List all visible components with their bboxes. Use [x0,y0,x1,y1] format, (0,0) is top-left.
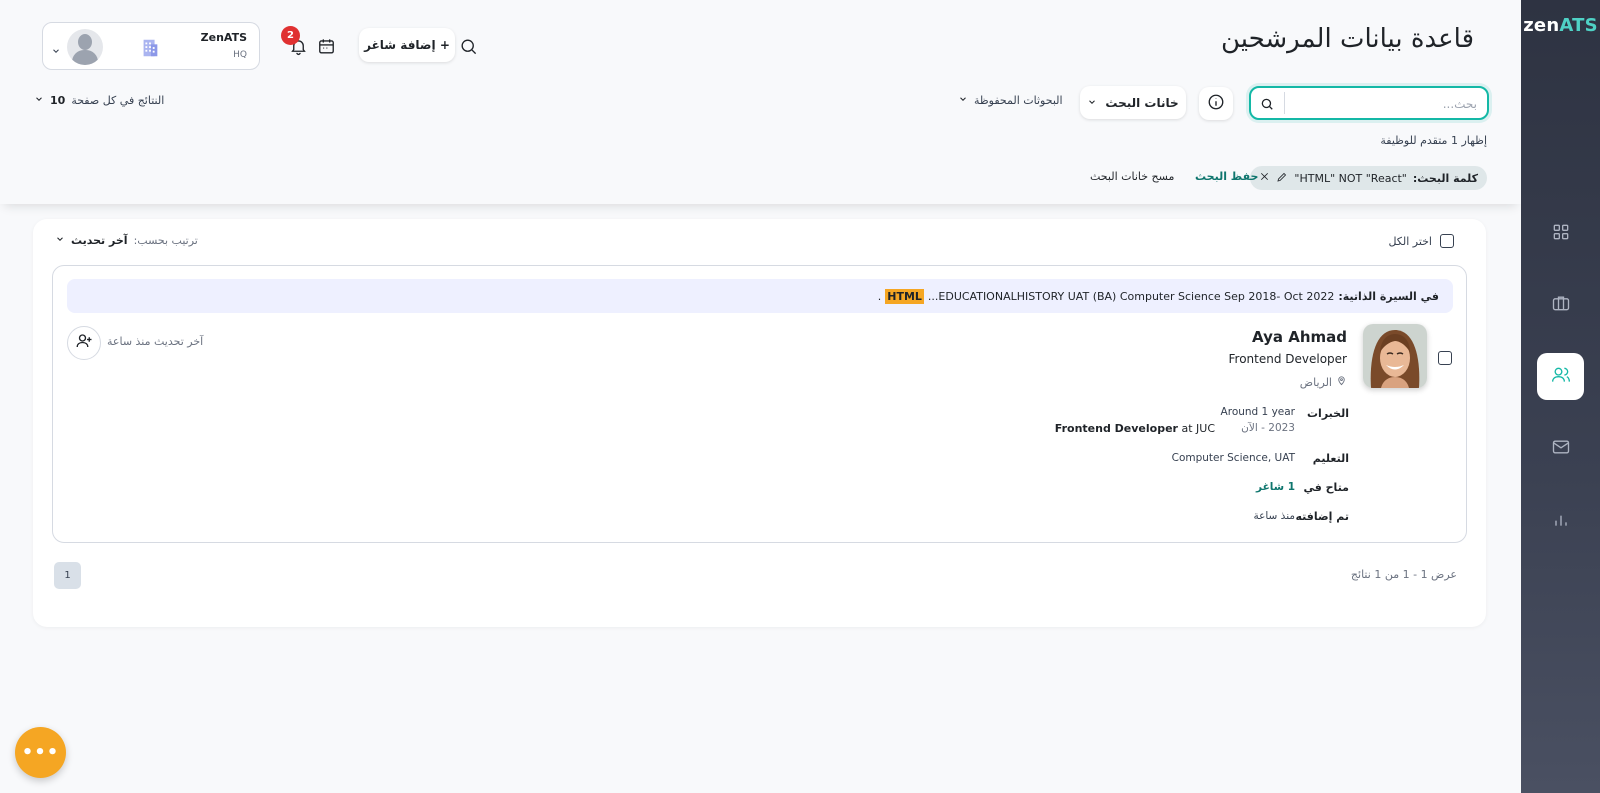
user-plus-icon [75,332,93,354]
org-branch: HQ [233,50,247,60]
search-box [1249,86,1489,120]
sidebar-item-messages[interactable] [1537,425,1584,472]
experience-dates: 2023 - الآن [1241,422,1295,434]
page-header: قاعدة بيانات المرشحين + إضافة شاغر 2 Zen… [0,0,1521,204]
mail-icon [1551,437,1571,461]
select-all[interactable]: اختر الكل [1388,234,1454,248]
avatar [67,29,103,65]
candidate-checkbox[interactable] [1438,351,1452,365]
search-fields-dropdown[interactable]: خانات البحث [1080,86,1186,119]
sidebar-item-reports[interactable] [1537,497,1584,544]
briefcase-icon [1551,293,1571,317]
sort-value: آخر تحديث [71,234,128,247]
assign-candidate-button[interactable] [67,326,101,360]
search-icon[interactable] [1260,96,1274,115]
sort-label: ترتيب بحسب: [133,234,198,247]
education-label: التعليم [1312,452,1349,465]
add-vacancy-button[interactable]: + إضافة شاغر [359,28,455,62]
calendar-icon[interactable] [316,36,336,56]
search-fields-label: خانات البحث [1105,95,1179,110]
search-input[interactable] [1287,94,1477,114]
grid-icon [1551,222,1571,246]
info-icon [1207,93,1225,115]
quick-actions-button[interactable]: ••• [15,727,66,778]
org-name: ZenATS [200,31,247,44]
candidate-photo[interactable] [1363,324,1427,388]
cv-label: في السيرة الذاتية: [1338,289,1439,303]
search-keyword-chip: كلمة البحث: "HTML" NOT "React" [1250,166,1487,190]
users-icon [1551,365,1571,389]
chip-label: كلمة البحث: [1412,171,1478,185]
experience-duration: Around 1 year [1220,406,1295,418]
sidebar-item-dashboard[interactable] [1537,210,1584,257]
info-button[interactable] [1199,87,1233,120]
brand-logo[interactable]: zenATS [1521,15,1600,36]
chevron-down-icon [34,94,44,107]
candidate-location: الرياض [1300,375,1347,389]
education-value: Computer Science, UAT [1171,452,1295,464]
pagination-page-1[interactable]: 1 [54,562,81,589]
added-value: منذ ساعة [1253,510,1295,522]
per-page-value: 10 [50,94,66,107]
select-all-checkbox[interactable] [1440,234,1454,248]
experience-role: Frontend Developer at JUC [1054,422,1215,435]
experience-label: الخبرات [1307,407,1349,420]
last-updated: آخر تحديث منذ ساعة [107,335,204,348]
sidebar-item-candidates[interactable] [1537,353,1584,400]
save-search-link[interactable]: حفظ البحث [1195,170,1258,183]
chevron-down-icon [51,41,61,60]
per-page-dropdown[interactable]: النتائج في كل صفحة 10 [34,94,164,107]
cv-highlight: HTML [885,288,924,304]
chevron-down-icon [958,94,968,107]
candidate-card[interactable]: . HTML ...EDUCATIONALHISTORY UAT (BA) Co… [52,265,1467,543]
building-icon [139,37,161,63]
chevron-down-icon [55,234,65,247]
added-label: تم إضافته [1295,510,1349,523]
candidate-name[interactable]: Aya Ahmad [1252,328,1347,346]
results-summary: إظهار 1 متقدم للوظيفة [1380,134,1487,147]
sidebar-item-jobs[interactable] [1537,281,1584,328]
saved-searches-label: البحوثات المحفوظة [974,94,1063,107]
sidebar: zenATS [1521,0,1600,793]
bar-chart-icon [1551,509,1571,533]
location-pin-icon [1336,375,1347,389]
select-all-label: اختر الكل [1388,234,1432,248]
saved-searches-dropdown[interactable]: البحوثات المحفوظة [958,94,1063,107]
per-page-label: النتائج في كل صفحة [71,94,165,107]
results-panel: ترتيب بحسب: آخر تحديث اختر الكل . HTML .… [33,219,1486,627]
cv-match-snippet: . HTML ...EDUCATIONALHISTORY UAT (BA) Co… [67,279,1453,313]
page-title: قاعدة بيانات المرشحين [1220,24,1474,54]
org-switcher[interactable]: ZenATS HQ [42,22,260,70]
results-count: عرض 1 - 1 من 1 نتائج [1350,568,1457,581]
search-icon[interactable] [458,36,478,56]
main-area: قاعدة بيانات المرشحين + إضافة شاغر 2 Zen… [0,0,1521,793]
available-label: متاح في [1303,481,1349,494]
chip-value: "HTML" NOT "React" [1294,171,1407,185]
clear-search-fields-link[interactable]: مسح خانات البحث [1090,170,1174,183]
chevron-down-icon [1087,96,1097,110]
close-icon[interactable] [1259,171,1270,185]
notification-badge: 2 [281,26,300,45]
available-value[interactable]: 1 شاغر [1256,481,1295,493]
candidate-title: Frontend Developer [1228,352,1348,366]
pencil-icon[interactable] [1276,171,1288,186]
sort-dropdown[interactable]: ترتيب بحسب: آخر تحديث [55,234,198,247]
cv-snippet-text: ...EDUCATIONALHISTORY UAT (BA) Computer … [927,289,1335,303]
